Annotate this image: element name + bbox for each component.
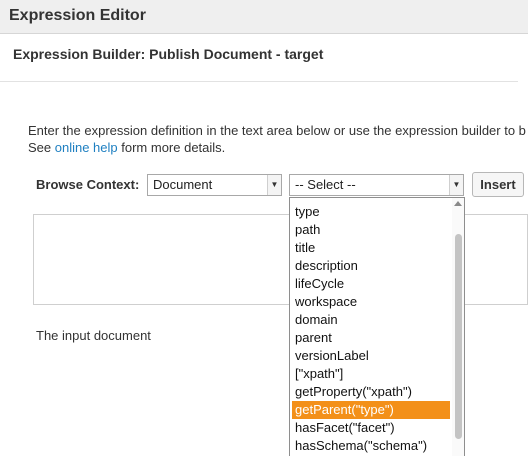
dropdown-option[interactable]: getParent("type") [292, 401, 450, 419]
dropdown-option[interactable]: ["xpath"] [292, 365, 450, 383]
context-dropdown-list: type path title description lifeCycle workspa… [289, 197, 465, 456]
dropdown-scrollbar[interactable] [452, 198, 464, 456]
dropdown-option[interactable]: hasFacet("facet") [292, 419, 450, 437]
dropdown-option[interactable]: parent [292, 329, 450, 347]
scroll-up-arrow-icon[interactable] [454, 201, 462, 206]
document-select-value: Document [153, 177, 213, 192]
scroll-thumb[interactable] [455, 234, 462, 439]
browse-context-label: Browse Context: [36, 177, 140, 192]
dropdown-arrow-icon: ▼ [449, 175, 463, 195]
dropdown-arrow-icon: ▼ [267, 175, 281, 195]
dropdown-option[interactable]: title [292, 239, 450, 257]
document-select[interactable]: Document ▼ [147, 174, 282, 196]
online-help-link[interactable]: online help [55, 140, 118, 155]
help-line-1: Enter the expression definition in the t… [28, 123, 526, 138]
dropdown-option[interactable]: path [292, 221, 450, 239]
dropdown-option[interactable]: versionLabel [292, 347, 450, 365]
window-title: Expression Editor [9, 7, 146, 24]
context-select-value: -- Select -- [295, 177, 356, 192]
help-prefix: See [28, 140, 55, 155]
dropdown-option[interactable]: domain [292, 311, 450, 329]
expression-editor-window: Expression Editor Expression Builder: Pu… [0, 0, 528, 456]
builder-heading: Expression Builder: Publish Document - t… [13, 46, 324, 62]
help-text: Enter the expression definition in the t… [28, 122, 526, 156]
help-suffix: form more details. [117, 140, 226, 155]
dropdown-option[interactable]: description [292, 257, 450, 275]
help-line-2: See online help form more details. [28, 139, 526, 156]
dropdown-option[interactable]: workspace [292, 293, 450, 311]
dropdown-option[interactable]: getProperty("xpath") [292, 383, 450, 401]
context-description: The input document [36, 328, 151, 343]
divider [0, 81, 518, 82]
dropdown-option[interactable]: hasSchema("schema") [292, 437, 450, 455]
insert-button[interactable]: Insert [472, 172, 524, 197]
context-property-select[interactable]: -- Select -- ▼ [289, 174, 464, 196]
title-bar: Expression Editor [0, 0, 528, 34]
dropdown-option[interactable]: lifeCycle [292, 275, 450, 293]
dropdown-option[interactable]: type [292, 203, 450, 221]
